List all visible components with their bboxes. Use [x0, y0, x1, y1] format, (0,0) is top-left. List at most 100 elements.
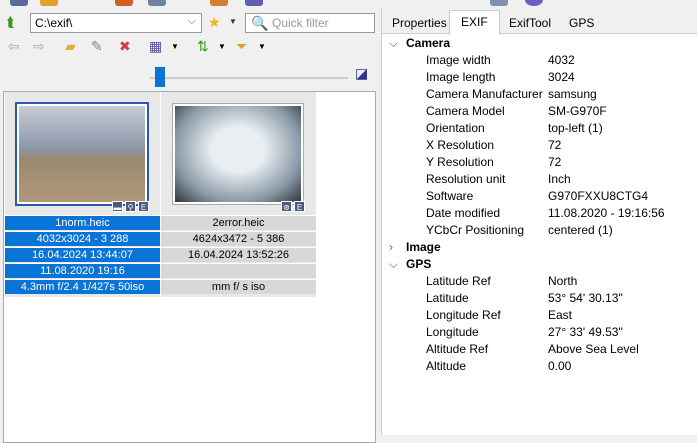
property-name: Latitude — [426, 291, 469, 305]
property-row[interactable]: Image width 4032 — [382, 52, 697, 69]
search-icon: 🔍 — [251, 15, 269, 31]
toolbar-icon[interactable] — [210, 0, 228, 6]
group-label: Image — [406, 240, 441, 254]
gps-badge-icon: ⚲ — [125, 201, 136, 212]
group-gps[interactable]: ⌵ GPS — [382, 256, 697, 273]
property-row[interactable]: Camera Manufacturer samsung — [382, 86, 697, 103]
thumbnail-item[interactable]: ▬ ⚲ E 1norm.heic 4032x3024 - 3 288 16.04… — [5, 92, 160, 297]
date-taken — [161, 263, 316, 278]
sort-icon[interactable]: ⇅ — [197, 38, 209, 54]
property-value: 3024 — [548, 70, 575, 84]
property-value: 72 — [548, 155, 562, 169]
property-name: Date modified — [426, 206, 501, 220]
property-row[interactable]: Longitude Ref East — [382, 307, 697, 324]
up-folder-icon[interactable]: ⮬ — [7, 14, 15, 30]
fit-size-icon[interactable]: ◪ — [355, 65, 368, 81]
file-name: 1norm.heic — [5, 215, 160, 230]
property-value: 72 — [548, 138, 562, 152]
group-label: GPS — [406, 257, 432, 271]
address-input[interactable]: C:\exif\ ⌵ — [30, 13, 202, 33]
property-row[interactable]: Software G970FXXU8CTG4 — [382, 188, 697, 205]
property-value: top-left (1) — [548, 121, 603, 135]
group-label: Camera — [406, 36, 451, 50]
group-image[interactable]: › Image — [382, 239, 697, 256]
back-arrow-icon[interactable]: ⇦ — [8, 38, 20, 54]
property-name: Software — [426, 189, 474, 203]
property-name: YCbCr Positioning — [426, 223, 525, 237]
property-row[interactable]: Longitude 27° 33' 49.53" — [382, 324, 697, 341]
help-icon[interactable] — [525, 0, 543, 6]
toolbar-icon[interactable] — [40, 0, 58, 6]
address-value: C:\exif\ — [35, 16, 73, 30]
property-row[interactable]: Orientation top-left (1) — [382, 120, 697, 137]
property-row[interactable]: Image length 3024 — [382, 69, 697, 86]
property-name: Longitude Ref — [426, 308, 501, 322]
property-row[interactable]: Altitude Ref Above Sea Level — [382, 341, 697, 358]
property-name: Camera Model — [426, 104, 505, 118]
tab-gps[interactable]: GPS — [561, 12, 602, 34]
property-value: samsung — [548, 87, 597, 101]
file-created: 16.04.2024 13:44:07 — [5, 247, 160, 262]
dropdown-arrow-icon[interactable]: ▼ — [171, 39, 179, 55]
favorites-star-icon[interactable]: ★ — [208, 14, 221, 30]
property-row[interactable]: X Resolution 72 — [382, 137, 697, 154]
filter-placeholder: Quick filter — [272, 16, 329, 30]
browser-pane: ⮬ C:\exif\ ⌵ ★ ▼ 🔍 Quick filter ⇦ ⇨ ▰ ✎ ✖ … — [0, 8, 380, 443]
toolbar-icon[interactable] — [115, 0, 133, 6]
dropdown-arrow-icon[interactable]: ▼ — [258, 39, 266, 55]
group-camera[interactable]: ⌵ Camera — [382, 35, 697, 52]
view-grid-icon[interactable]: ▦ — [149, 38, 162, 54]
main-toolbar — [0, 0, 697, 8]
property-row[interactable]: Camera Model SM-G970F — [382, 103, 697, 120]
forward-arrow-icon[interactable]: ⇨ — [33, 38, 45, 54]
tab-exiftool[interactable]: ExifTool — [501, 12, 559, 34]
tab-properties[interactable]: Properties — [384, 12, 455, 34]
file-name: 2error.heic — [161, 215, 316, 230]
file-dimensions: 4032x3024 - 3 288 — [5, 231, 160, 246]
property-value: 4032 — [548, 53, 575, 67]
rename-icon[interactable]: ✎ — [91, 38, 103, 54]
property-name: Altitude Ref — [426, 342, 489, 356]
delete-icon[interactable]: ✖ — [119, 38, 131, 54]
tab-exif[interactable]: EXIF — [449, 10, 500, 35]
property-name: Image length — [426, 70, 496, 84]
property-row[interactable]: Resolution unit Inch — [382, 171, 697, 188]
toolbar-icon[interactable] — [245, 0, 263, 6]
chevron-right-icon[interactable]: › — [389, 239, 393, 256]
toolbar-icon[interactable] — [148, 0, 166, 6]
date-taken: 11.08.2020 19:16 — [5, 263, 160, 278]
chevron-down-icon[interactable]: ⌵ — [389, 256, 398, 273]
property-row[interactable]: Latitude 53° 54' 30.13" — [382, 290, 697, 307]
tab-bar: Properties EXIF ExifTool GPS — [382, 8, 697, 35]
exposure-info: mm f/ s iso — [161, 279, 316, 294]
dropdown-arrow-icon[interactable]: ▼ — [218, 39, 226, 55]
thumbnail-item[interactable]: ⊛ E 2error.heic 4624x3472 - 5 386 16.04.… — [161, 92, 316, 297]
dropdown-arrow-icon[interactable]: ▼ — [229, 14, 237, 30]
property-value: Above Sea Level — [548, 342, 639, 356]
property-row[interactable]: Date modified 11.08.2020 - 19:16:56 — [382, 205, 697, 222]
property-row[interactable]: Latitude Ref North — [382, 273, 697, 290]
property-row[interactable]: Altitude 0.00 — [382, 358, 697, 375]
chevron-down-icon[interactable]: ⌵ — [188, 15, 196, 28]
property-value: G970FXXU8CTG4 — [548, 189, 649, 203]
thumbnail-image: ▬ ⚲ E — [17, 104, 149, 212]
slider-thumb[interactable] — [155, 67, 165, 87]
property-name: Image width — [426, 53, 491, 67]
property-row[interactable]: YCbCr Positioning centered (1) — [382, 222, 697, 239]
property-row[interactable]: Y Resolution 72 — [382, 154, 697, 171]
exposure-info: 4.3mm f/2.4 1/427s 50iso — [5, 279, 160, 294]
quick-filter-input[interactable]: 🔍 Quick filter — [245, 13, 375, 33]
toolbar-icon[interactable] — [10, 0, 28, 6]
property-name: Resolution unit — [426, 172, 506, 186]
filter-funnel-icon[interactable]: ⏷ — [236, 38, 247, 54]
property-name: Altitude — [426, 359, 467, 373]
thumbnail-size-slider[interactable] — [150, 77, 348, 79]
settings-icon[interactable] — [490, 0, 508, 6]
property-name: X Resolution — [426, 138, 495, 152]
thumbnail-image: ⊛ E — [173, 104, 305, 212]
property-value: Inch — [548, 172, 571, 186]
chevron-down-icon[interactable]: ⌵ — [389, 35, 398, 52]
new-folder-icon[interactable]: ▰ — [65, 38, 76, 54]
property-value: 0.00 — [548, 359, 572, 373]
property-name: Latitude Ref — [426, 274, 491, 288]
